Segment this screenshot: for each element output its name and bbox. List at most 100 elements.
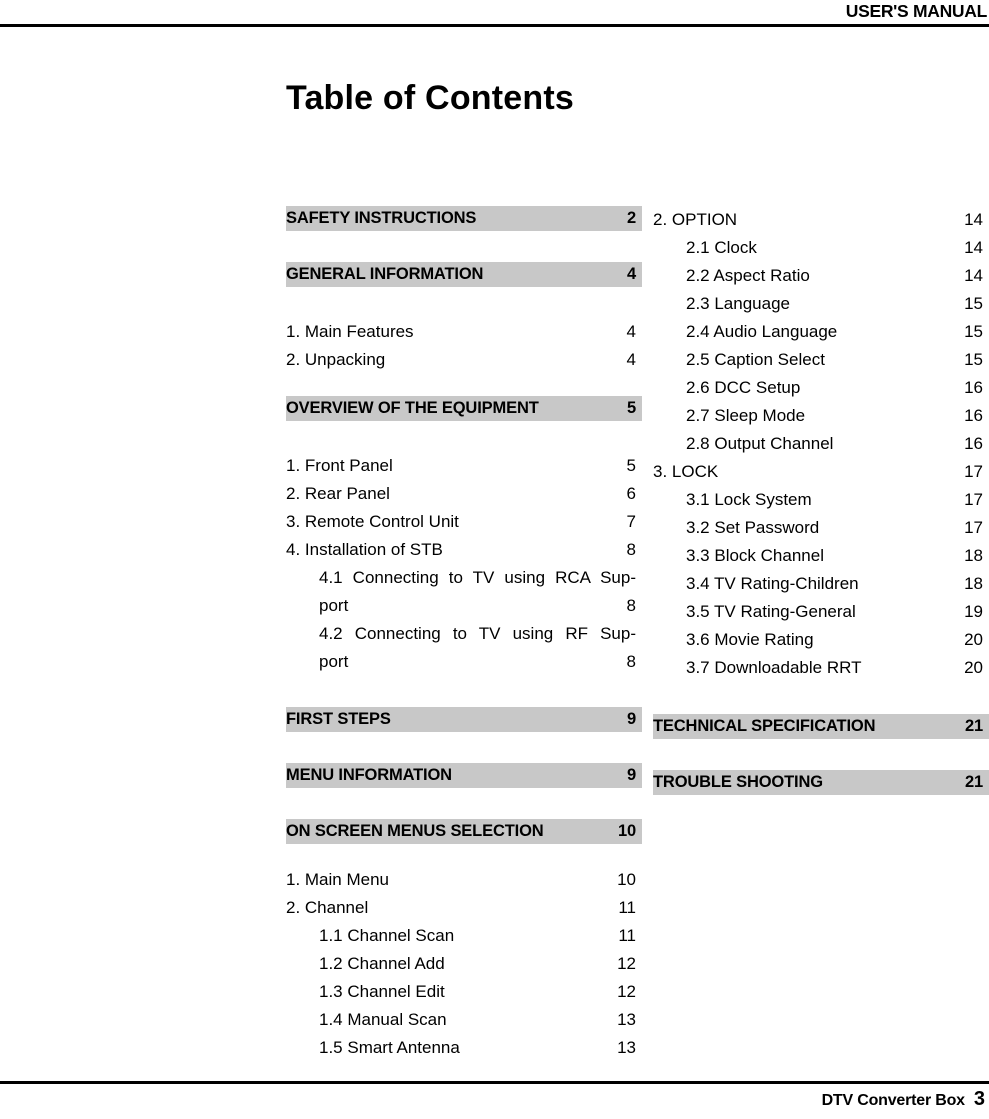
toc-section-bar[interactable]: ON SCREEN MENUS SELECTION 10 — [286, 819, 642, 844]
toc-entry-page-number: 20 — [964, 658, 983, 677]
toc-section-page-number: 9 — [626, 766, 636, 784]
toc-entry-page-number: 11 — [618, 898, 636, 917]
toc-entry-label: 2. Unpacking — [286, 350, 386, 369]
toc-section-title: SAFETY INSTRUCTIONS — [286, 209, 477, 227]
toc-entry-page-number: 12 — [617, 954, 636, 973]
toc-column-right: 2. OPTION 14 2.1 Clock 14 2.2 Aspect Ratio 14… — [653, 206, 989, 795]
toc-entry-page-number: 4 — [626, 350, 636, 369]
toc-entry[interactable]: 3.1 Lock System 17 — [653, 486, 989, 514]
toc-entry[interactable]: 1.3 Channel Edit 12 — [286, 978, 642, 1006]
toc-entry-label: 1. Front Panel — [286, 456, 393, 475]
toc-entry-label: 1. Main Menu — [286, 870, 389, 889]
toc-entry-label: 1.5 Smart Antenna — [319, 1038, 460, 1057]
footer-page-number: 3 — [973, 1088, 985, 1110]
toc-entry[interactable]: 2.3 Language 15 — [653, 290, 989, 318]
toc-entry-label-line1: 4.2 Connecting to TV using RF Sup- — [319, 624, 636, 643]
toc-entry[interactable]: 4.2 Connecting to TV using RF Sup-port 8 — [286, 620, 642, 676]
toc-entry-label: 1.4 Manual Scan — [319, 1010, 447, 1029]
page-title: Table of Contents — [286, 79, 574, 117]
toc-entry-label: 1.2 Channel Add — [319, 954, 445, 973]
toc-entry-label: 3.1 Lock System — [686, 490, 812, 509]
toc-entry-label: 1. Main Features — [286, 322, 414, 341]
toc-entry-page-number: 14 — [964, 266, 983, 285]
toc-entry[interactable]: 3.7 Downloadable RRT 20 — [653, 654, 989, 682]
toc-entry[interactable]: 2.8 Output Channel 16 — [653, 430, 989, 458]
toc-entry[interactable]: 2. Rear Panel 6 — [286, 480, 642, 508]
toc-section-bar[interactable]: OVERVIEW OF THE EQUIPMENT 5 — [286, 396, 642, 421]
toc-entry[interactable]: 2.5 Caption Select 15 — [653, 346, 989, 374]
toc-entry[interactable]: 2. Channel 11 — [286, 894, 642, 922]
toc-entry[interactable]: 2. OPTION 14 — [653, 206, 989, 234]
toc-entry[interactable]: 1. Main Features 4 — [286, 318, 642, 346]
toc-section-bar[interactable]: MENU INFORMATION 9 — [286, 763, 642, 788]
running-header-title: USER'S MANUAL — [845, 1, 988, 21]
toc-section-bar[interactable]: FIRST STEPS 9 — [286, 707, 642, 732]
toc-section-page-number: 4 — [626, 265, 636, 283]
toc-entry-page-number: 10 — [617, 870, 636, 889]
toc-entry-label: 4. Installation of STB — [286, 540, 443, 559]
toc-section-page-number: 2 — [626, 209, 636, 227]
toc-entry-page-number: 8 — [626, 596, 636, 615]
toc-entry-page-number: 17 — [964, 462, 983, 481]
toc-entry[interactable]: 1.1 Channel Scan 11 — [286, 922, 642, 950]
toc-entry[interactable]: 4. Installation of STB 8 — [286, 536, 642, 564]
toc-section-page-number: 5 — [626, 399, 636, 417]
toc-entry[interactable]: 2. Unpacking 4 — [286, 346, 642, 374]
toc-section-bar[interactable]: TECHNICAL SPECIFICATION 21 — [653, 714, 989, 739]
toc-entry[interactable]: 2.7 Sleep Mode 16 — [653, 402, 989, 430]
toc-entry[interactable]: 3.4 TV Rating-Children 18 — [653, 570, 989, 598]
toc-entry-label: 2.6 DCC Setup — [686, 378, 801, 397]
toc-entry-page-number: 16 — [964, 378, 983, 397]
toc-section-bar[interactable]: GENERAL INFORMATION 4 — [286, 262, 642, 287]
toc-entry[interactable]: 3.5 TV Rating-General 19 — [653, 598, 989, 626]
toc-entry-page-number: 18 — [964, 546, 983, 565]
toc-entry[interactable]: 3.2 Set Password 17 — [653, 514, 989, 542]
toc-entry-page-number: 15 — [964, 322, 983, 341]
toc-entry-label: 3. LOCK — [653, 462, 719, 481]
toc-entry[interactable]: 1. Main Menu 10 — [286, 866, 642, 894]
toc-entry[interactable]: 1.5 Smart Antenna 13 — [286, 1034, 642, 1062]
toc-entry-page-number: 16 — [964, 406, 983, 425]
toc-entry-label: 1.1 Channel Scan — [319, 926, 455, 945]
toc-entry[interactable]: 4.1 Connecting to TV using RCA Sup-port 8 — [286, 564, 642, 620]
toc-entry-line2: port 8 — [319, 592, 636, 620]
toc-entry[interactable]: 3. LOCK 17 — [653, 458, 989, 486]
toc-entry-label: 2.8 Output Channel — [686, 434, 834, 453]
running-header: USER'S MANUAL — [0, 0, 989, 26]
toc-section-bar[interactable]: TROUBLE SHOOTING 21 — [653, 770, 989, 795]
toc-entry-page-number: 14 — [964, 238, 983, 257]
toc-entry-page-number: 4 — [626, 322, 636, 341]
toc-entry[interactable]: 2.6 DCC Setup 16 — [653, 374, 989, 402]
toc-section-bar[interactable]: SAFETY INSTRUCTIONS 2 — [286, 206, 642, 231]
toc-entry-page-number: 6 — [626, 484, 636, 503]
toc-entry[interactable]: 3. Remote Control Unit 7 — [286, 508, 642, 536]
toc-entry-label: 2.2 Aspect Ratio — [686, 266, 810, 285]
toc-entry[interactable]: 2.4 Audio Language 15 — [653, 318, 989, 346]
footer-product-label: DTV Converter Box — [821, 1092, 965, 1109]
page-footer: DTV Converter Box 3 — [822, 1088, 985, 1111]
toc-entry[interactable]: 1.4 Manual Scan 13 — [286, 1006, 642, 1034]
toc-entry[interactable]: 3.3 Block Channel 18 — [653, 542, 989, 570]
toc-entry[interactable]: 1. Front Panel 5 — [286, 452, 642, 480]
toc-entry[interactable]: 2.1 Clock 14 — [653, 234, 989, 262]
toc-entry-line2: port 8 — [319, 648, 636, 676]
toc-entry-page-number: 8 — [626, 652, 636, 671]
toc-entry-page-number: 15 — [964, 350, 983, 369]
toc-entry-label-line1: 4.1 Connecting to TV using RCA Sup- — [319, 568, 636, 587]
toc-entry-page-number: 12 — [617, 982, 636, 1001]
toc-entry-label: 3.5 TV Rating-General — [686, 602, 856, 621]
toc-entry-label: 2. OPTION — [653, 210, 738, 229]
toc-section-title: OVERVIEW OF THE EQUIPMENT — [286, 399, 539, 417]
toc-entry[interactable]: 2.2 Aspect Ratio 14 — [653, 262, 989, 290]
toc-column-left: SAFETY INSTRUCTIONS 2 GENERAL INFORMATION 4… — [286, 206, 642, 1062]
toc-entry[interactable]: 1.2 Channel Add 12 — [286, 950, 642, 978]
toc-section-title: TROUBLE SHOOTING — [653, 773, 823, 791]
toc-entry-label: 3.6 Movie Rating — [686, 630, 814, 649]
toc-entry[interactable]: 3.6 Movie Rating 20 — [653, 626, 989, 654]
